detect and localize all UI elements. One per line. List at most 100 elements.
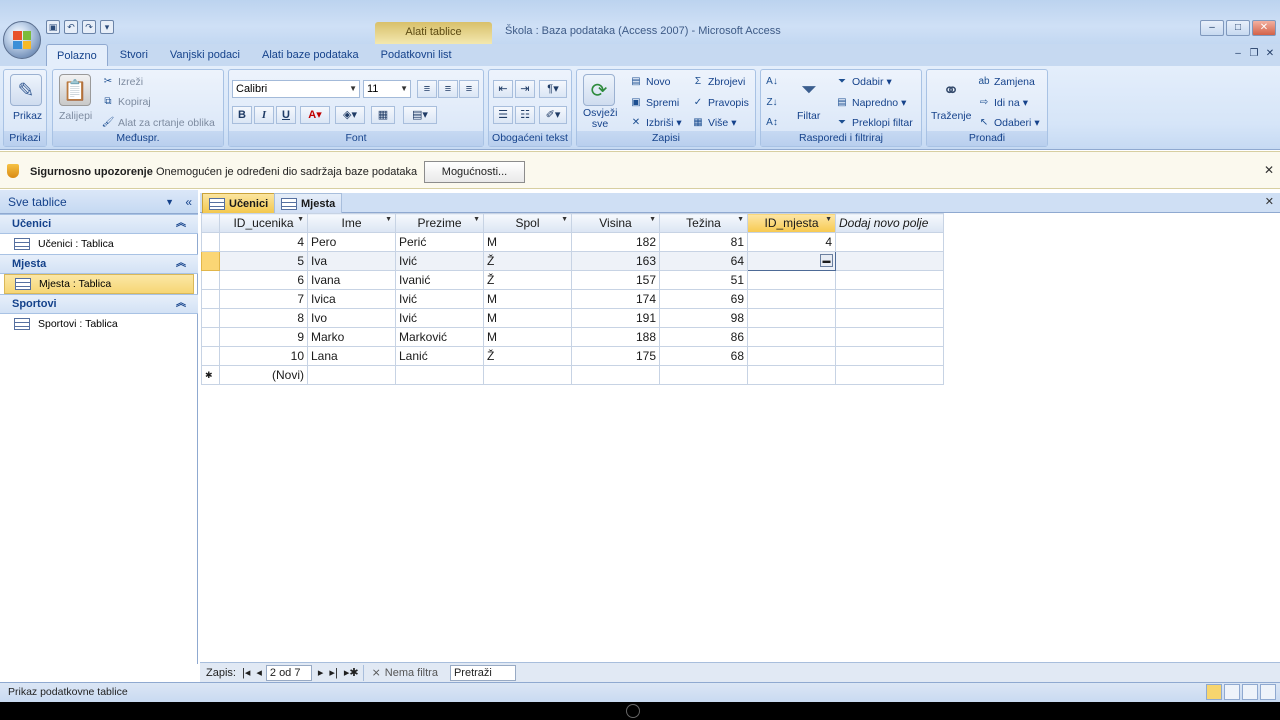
table-cell[interactable]: 69 — [659, 289, 748, 309]
delete-record-button[interactable]: ✕ Izbriši ▾ — [629, 116, 682, 130]
table-cell[interactable]: M — [483, 232, 572, 252]
nav-item-sportovi-tablica[interactable]: Sportovi : Tablica — [4, 314, 194, 334]
table-cell[interactable] — [747, 365, 836, 385]
redo-icon[interactable]: ↷ — [82, 20, 96, 34]
row-selector[interactable] — [201, 270, 220, 290]
find-button[interactable]: Traženje — [931, 110, 971, 122]
nav-group-sportovi[interactable]: Sportovi ︽ — [0, 294, 198, 314]
add-field-cell[interactable] — [835, 346, 944, 366]
binoculars-icon[interactable]: ⚭ — [935, 74, 967, 106]
table-cell[interactable]: 5 — [219, 251, 308, 271]
table-row[interactable]: 10 Lana Lanić Ž 175 68 — [201, 346, 944, 366]
close-icon[interactable]: ✕ — [1264, 163, 1274, 177]
table-cell[interactable]: 188 — [571, 327, 660, 347]
table-cell[interactable]: 8 — [219, 308, 308, 328]
paste-button[interactable]: Zalijepi — [59, 110, 92, 122]
highlight-icon[interactable]: ✐▾ — [539, 106, 567, 124]
table-cell[interactable]: Ivo — [307, 308, 396, 328]
row-selector[interactable] — [201, 232, 220, 252]
table-cell[interactable] — [571, 365, 660, 385]
select-all-corner[interactable] — [201, 213, 220, 233]
table-row[interactable]: 5 Iva Ivić Ž 163 64 ▬ — [201, 251, 944, 271]
table-cell[interactable]: 182 — [571, 232, 660, 252]
table-cell[interactable]: Ivana — [307, 270, 396, 290]
paste-icon[interactable]: 📋 — [59, 74, 91, 106]
table-row[interactable]: 7 Ivica Ivić M 174 69 — [201, 289, 944, 309]
view-icon[interactable]: ✎ — [10, 74, 42, 106]
table-cell[interactable]: 191 — [571, 308, 660, 328]
add-field-cell[interactable] — [835, 270, 944, 290]
align-right-icon[interactable]: ≡ — [459, 80, 479, 98]
column-header[interactable]: ID_ucenika ▼ — [219, 213, 308, 233]
table-cell[interactable]: 6 — [219, 270, 308, 290]
new-record-row[interactable]: ✱ (Novi) — [201, 365, 944, 385]
table-cell[interactable]: Pero — [307, 232, 396, 252]
maximize-icon[interactable]: □ — [1226, 20, 1250, 36]
font-color-icon[interactable]: A▾ — [300, 106, 330, 124]
refresh-all-button[interactable]: Osvježi sve — [583, 108, 617, 130]
table-cell[interactable]: 175 — [571, 346, 660, 366]
table-cell[interactable] — [307, 365, 396, 385]
add-field-cell[interactable] — [835, 308, 944, 328]
filter-icon[interactable]: ⏷ — [793, 74, 825, 106]
design-view-icon[interactable] — [1260, 684, 1276, 700]
chevron-down-icon[interactable]: ▼ — [825, 216, 832, 223]
close-document-icon[interactable]: ✕ — [1265, 195, 1274, 208]
add-new-field-header[interactable]: Dodaj novo polje — [835, 213, 944, 233]
tab-vanjski-podaci[interactable]: Vanjski podaci — [160, 44, 250, 66]
nav-pane-header[interactable]: Sve tablice ▼ « — [0, 190, 198, 214]
table-cell[interactable]: 10 — [219, 346, 308, 366]
mdi-close-icon[interactable]: ✕ — [1264, 48, 1276, 59]
table-cell[interactable]: 98 — [659, 308, 748, 328]
advanced-button[interactable]: ▤ Napredno ▾ — [835, 96, 906, 110]
table-cell[interactable]: 4 — [747, 232, 836, 252]
clear-sort-icon[interactable]: A↕ — [765, 116, 779, 130]
table-cell[interactable]: 81 — [659, 232, 748, 252]
table-cell[interactable]: Ž — [483, 251, 572, 271]
table-cell[interactable]: Lanić — [395, 346, 484, 366]
table-cell[interactable]: Ivić — [395, 251, 484, 271]
filter-button[interactable]: Filtar — [797, 110, 820, 122]
font-size-combo[interactable]: 11 ▼ — [363, 80, 411, 98]
numbering-icon[interactable]: ☷ — [515, 106, 535, 124]
table-row[interactable]: 4 Pero Perić M 182 81 4 — [201, 232, 944, 252]
save-record-button[interactable]: ▣ Spremi — [629, 96, 679, 110]
table-cell[interactable] — [747, 270, 836, 290]
table-cell[interactable]: 157 — [571, 270, 660, 290]
filter-status[interactable]: ⨯ Nema filtra — [362, 664, 446, 681]
table-cell[interactable] — [659, 365, 748, 385]
table-row[interactable]: 6 Ivana Ivanić Ž 157 51 — [201, 270, 944, 290]
table-row[interactable]: 8 Ivo Ivić M 191 98 — [201, 308, 944, 328]
column-header[interactable]: Prezime ▼ — [395, 213, 484, 233]
table-cell[interactable]: Ivić — [395, 308, 484, 328]
last-record-icon[interactable]: ▸| — [329, 666, 337, 679]
table-cell[interactable]: ▬ — [747, 251, 836, 271]
table-cell[interactable]: 64 — [659, 251, 748, 271]
fill-color-icon[interactable]: ◈▾ — [335, 106, 365, 124]
table-cell[interactable]: 7 — [219, 289, 308, 309]
font-name-combo[interactable]: Calibri ▼ — [232, 80, 360, 98]
table-cell[interactable]: 51 — [659, 270, 748, 290]
table-cell[interactable]: M — [483, 289, 572, 309]
next-record-icon[interactable]: ▸ — [318, 666, 324, 679]
datasheet-view-icon[interactable] — [1206, 684, 1222, 700]
select-button[interactable]: ↖ Odaberi ▾ — [977, 116, 1040, 130]
selection-button[interactable]: ⏷ Odabir ▾ — [835, 75, 892, 89]
nav-item-ucenici-tablica[interactable]: Učenici : Tablica — [4, 234, 194, 254]
table-cell[interactable]: Ivanić — [395, 270, 484, 290]
save-icon[interactable]: ▣ — [46, 20, 60, 34]
cut-button[interactable]: ✂ Izreži — [101, 75, 143, 89]
chevron-down-icon[interactable]: ▼ — [165, 190, 174, 214]
chevron-down-icon[interactable]: ▼ — [649, 216, 656, 223]
table-cell[interactable] — [483, 365, 572, 385]
table-cell[interactable]: 86 — [659, 327, 748, 347]
new-record-icon[interactable]: ▸✱ — [344, 666, 359, 679]
customize-qat-icon[interactable]: ▾ — [100, 20, 114, 34]
close-icon[interactable]: ✕ — [1252, 20, 1276, 36]
table-cell[interactable]: 4 — [219, 232, 308, 252]
table-cell[interactable]: Iva — [307, 251, 396, 271]
row-selector[interactable] — [201, 308, 220, 328]
table-row[interactable]: 9 Marko Marković M 188 86 — [201, 327, 944, 347]
table-cell[interactable] — [835, 365, 944, 385]
more-button[interactable]: ▦ Više ▾ — [691, 116, 736, 130]
